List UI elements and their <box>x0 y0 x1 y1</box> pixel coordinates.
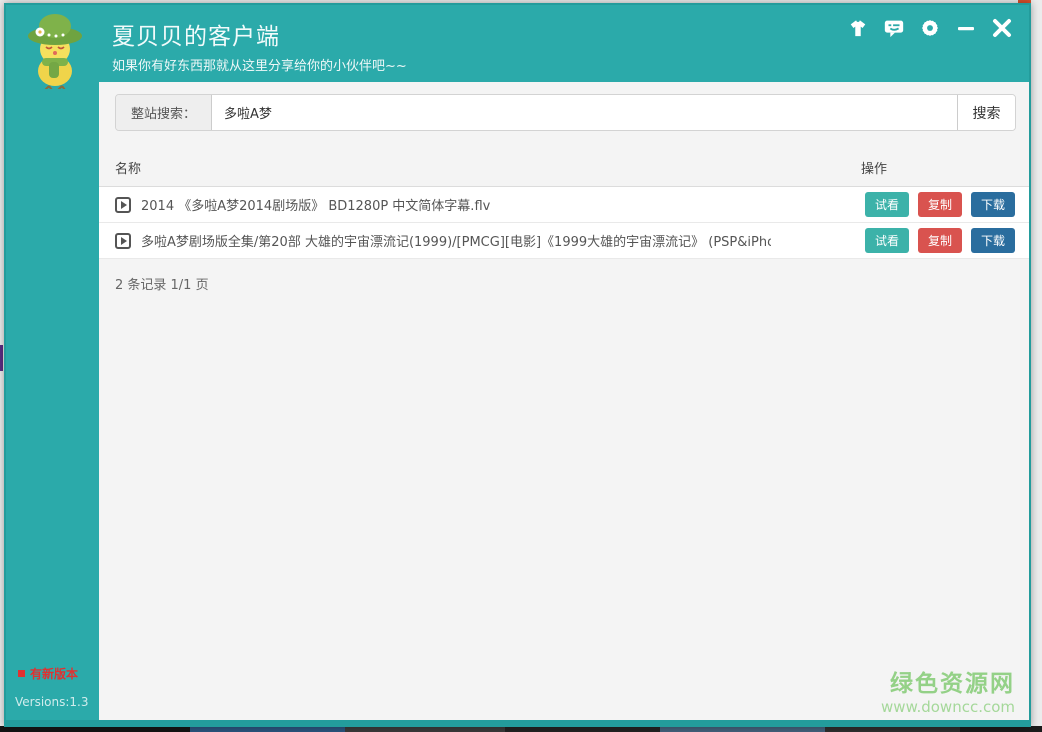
page-title: 夏贝贝的客户端 <box>112 17 280 51</box>
copy-button[interactable]: 复制 <box>918 228 962 253</box>
search-button[interactable]: 搜索 <box>957 95 1015 130</box>
column-header-name: 名称 <box>115 158 141 177</box>
row-actions: 试看 复制 下载 <box>865 192 1015 217</box>
record-count: 2 条记录 1/1 页 <box>115 274 209 293</box>
download-button[interactable]: 下载 <box>971 192 1015 217</box>
row-actions: 试看 复制 下载 <box>865 228 1015 253</box>
file-name[interactable]: 2014 《多啦A梦2014剧场版》 BD1280P 中文简体字幕.flv <box>141 195 490 214</box>
titlebar-icons <box>847 17 1013 39</box>
preview-button[interactable]: 试看 <box>865 192 909 217</box>
app-logo <box>18 9 92 89</box>
download-button[interactable]: 下载 <box>971 228 1015 253</box>
chick-logo-icon <box>18 9 92 89</box>
file-name[interactable]: 多啦A梦剧场版全集/第20部 大雄的宇宙漂流记(1999)/[PMCG][电影]… <box>141 231 771 250</box>
app-window: 夏贝贝的客户端 如果你有好东西那就从这里分享给你的小伙伴吧~~ <box>4 3 1031 727</box>
close-icon[interactable] <box>991 17 1013 39</box>
search-bar: 整站搜索： 搜索 <box>115 94 1016 131</box>
copy-button[interactable]: 复制 <box>918 192 962 217</box>
update-bullet-icon <box>18 670 25 677</box>
column-header-actions: 操作 <box>861 158 887 177</box>
preview-button[interactable]: 试看 <box>865 228 909 253</box>
skin-icon[interactable] <box>847 17 869 39</box>
feedback-icon[interactable] <box>883 17 905 39</box>
update-notice[interactable]: 有新版本 <box>18 665 78 682</box>
table-row: 2014 《多啦A梦2014剧场版》 BD1280P 中文简体字幕.flv 试看… <box>99 187 1029 223</box>
watermark-url: www.downcc.com <box>881 698 1015 716</box>
search-input[interactable] <box>212 95 957 130</box>
results-table-header: 名称 操作 <box>99 145 1029 187</box>
table-row: 多啦A梦剧场版全集/第20部 大雄的宇宙漂流记(1999)/[PMCG][电影]… <box>99 223 1029 259</box>
version-label: Versions:1.3 <box>15 695 89 709</box>
search-scope-selector[interactable]: 整站搜索： <box>116 95 212 130</box>
site-watermark: 绿色资源网 www.downcc.com <box>881 664 1015 716</box>
main-content: 整站搜索： 搜索 名称 操作 2014 《多啦A梦2014剧场版》 BD1280… <box>99 82 1029 720</box>
background-page-fragment <box>0 345 3 371</box>
play-icon <box>115 197 131 213</box>
sidebar <box>6 5 99 720</box>
play-icon <box>115 233 131 249</box>
watermark-title: 绿色资源网 <box>881 664 1015 698</box>
page-subtitle: 如果你有好东西那就从这里分享给你的小伙伴吧~~ <box>112 55 407 74</box>
settings-icon[interactable] <box>919 17 941 39</box>
update-notice-label: 有新版本 <box>30 665 78 682</box>
minimize-icon[interactable] <box>955 17 977 39</box>
